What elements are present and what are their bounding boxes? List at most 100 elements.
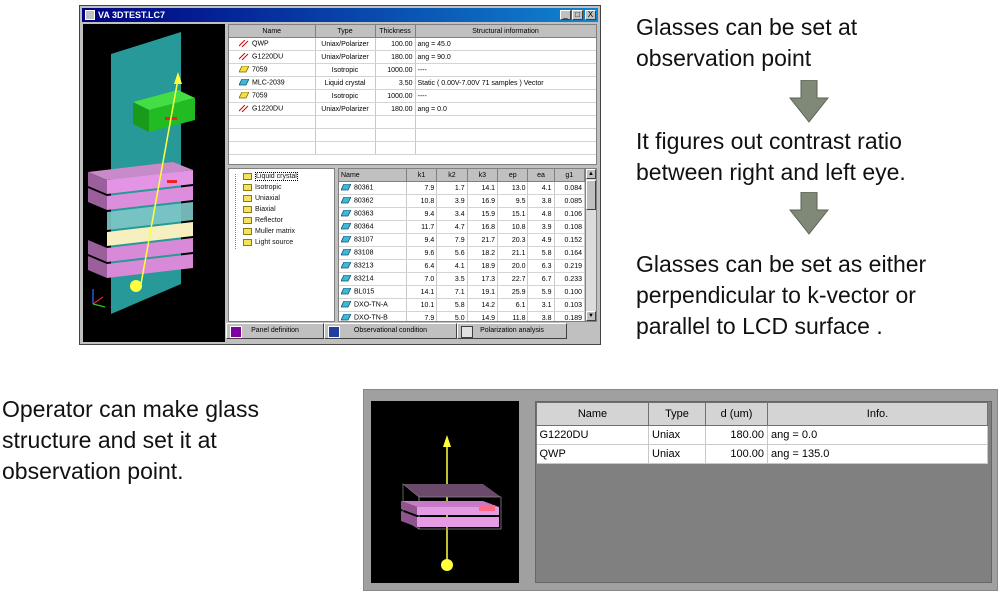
- scroll-up-button[interactable]: ▲: [586, 169, 596, 179]
- table-row[interactable]: 80362 10.8 3.9 16.9 9.5 3.8 0.085: [339, 194, 586, 208]
- table-row[interactable]: 80361 7.9 1.7 14.1 13.0 4.1 0.084: [339, 181, 586, 195]
- layer-name: G1220DU: [252, 105, 284, 113]
- glass-thickness: 180.00: [705, 425, 768, 445]
- col-header-structural-info[interactable]: Structural information: [415, 25, 596, 38]
- 3d-structure-view[interactable]: [83, 24, 225, 342]
- material-name-label: 80363: [354, 210, 374, 218]
- tree-item-reflector[interactable]: Reflector: [229, 215, 334, 226]
- material-value: 0.084: [554, 181, 586, 195]
- col-header-k3[interactable]: k3: [467, 169, 499, 182]
- table-row[interactable]: QWP Uniax/Polarizer 100.00 ang = 45.0: [229, 37, 596, 51]
- material-scrollbar[interactable]: ▲ ▼: [585, 169, 596, 321]
- col-header-type[interactable]: Type: [315, 25, 376, 38]
- table-row[interactable]: DXO-TN-A 10.1 5.8 14.2 6.1 3.1 0.103: [339, 298, 586, 312]
- material-name-label: 80361: [354, 184, 374, 192]
- table-row[interactable]: 83214 7.0 3.5 17.3 22.7 6.7 0.233: [339, 272, 586, 286]
- material-value: 6.7: [527, 272, 555, 286]
- table-row[interactable]: 83213 6.4 4.1 18.9 20.0 6.3 0.219: [339, 259, 586, 273]
- tree-item-liquid-crystal[interactable]: Liquid crystal: [229, 171, 334, 182]
- isotropic-icon: [239, 92, 249, 99]
- col-header-ep[interactable]: ep: [497, 169, 529, 182]
- scroll-thumb[interactable]: [586, 180, 596, 210]
- layer-name: MLC-2039: [252, 79, 285, 87]
- tab-polarization-analysis[interactable]: Polarization analysis: [457, 323, 567, 339]
- table-row[interactable]: G1220DU Uniax/Polarizer 180.00 ang = 0.0: [229, 102, 596, 116]
- maximize-button[interactable]: □: [572, 10, 583, 20]
- material-table-panel: Name k1 k2 k3 ep ea g1 80361 7.9 1.7 14.1 13…: [338, 168, 597, 322]
- col-header-material-name[interactable]: Name: [339, 169, 407, 182]
- layer-thickness: 180.00: [375, 102, 416, 116]
- liquid-crystal-icon: [239, 79, 249, 86]
- tree-item-muller-matrix[interactable]: Muller matrix: [229, 226, 334, 237]
- light-source-sphere: [441, 559, 453, 571]
- table-row[interactable]: G1220DU Uniax/Polarizer 180.00 ang = 90.…: [229, 50, 596, 64]
- material-name: 83108: [339, 246, 407, 260]
- tree-item-uniaxial[interactable]: Uniaxial: [229, 193, 334, 204]
- table-row[interactable]: DXO-TN-B 7.9 5.0 14.9 11.8 3.8 0.189: [339, 311, 586, 322]
- caption-step2: It figures out contrast ratio between ri…: [636, 128, 906, 185]
- table-row[interactable]: 83107 9.4 7.9 21.7 20.3 4.9 0.152: [339, 233, 586, 247]
- tree-item-label: Uniaxial: [255, 195, 280, 202]
- col-header-g1[interactable]: g1: [554, 169, 586, 182]
- tree-item-light-source[interactable]: Light source: [229, 237, 334, 248]
- table-row[interactable]: MLC-2039 Liquid crystal 3.50 Static ( 0.…: [229, 76, 596, 90]
- layer-thickness: 100.00: [375, 37, 416, 51]
- tab-panel-definition[interactable]: Panel definition: [226, 323, 324, 339]
- empty-row[interactable]: [229, 128, 596, 142]
- material-value: 3.8: [527, 311, 555, 321]
- 3d-scene: [88, 32, 195, 314]
- minimize-button[interactable]: _: [560, 10, 571, 20]
- table-row[interactable]: 7059 Isotropic 1000.00 ----: [229, 63, 596, 77]
- material-name-label: DXO-TN-B: [354, 314, 388, 322]
- material-value: 4.7: [436, 220, 468, 234]
- layer-info: Static ( 0.00V-7.00V 71 samples ) Vector: [415, 76, 596, 90]
- window-title-bar[interactable]: VA 3DTEST.LC7 _ □ X: [82, 8, 598, 22]
- table-row[interactable]: BL015 14.1 7.1 19.1 25.9 5.9 0.100: [339, 285, 586, 299]
- col-header-info[interactable]: Info.: [767, 402, 988, 426]
- empty-row[interactable]: [229, 141, 596, 155]
- polarizer-icon: [239, 105, 249, 113]
- material-value: 0.219: [554, 259, 586, 273]
- material-value: 6.1: [497, 298, 529, 312]
- col-header-name[interactable]: Name: [536, 402, 649, 426]
- glasses-3d-view[interactable]: [371, 401, 519, 583]
- empty-row[interactable]: [229, 115, 596, 129]
- col-header-k1[interactable]: k1: [406, 169, 438, 182]
- layer-thickness: 1000.00: [375, 63, 416, 77]
- table-row[interactable]: 80364 11.7 4.7 16.8 10.8 3.9 0.108: [339, 220, 586, 234]
- tree-item-biaxial[interactable]: Biaxial: [229, 204, 334, 215]
- table-row[interactable]: 80363 9.4 3.4 15.9 15.1 4.8 0.106: [339, 207, 586, 221]
- glass-table: Name Type d (um) Info. G1220DU Uniax 180…: [536, 402, 988, 464]
- col-header-type[interactable]: Type: [648, 402, 706, 426]
- tab-label: Panel definition: [251, 327, 299, 334]
- polarization-analysis-icon: [461, 326, 473, 338]
- down-arrow-icon: [789, 192, 829, 235]
- material-value: 14.9: [467, 311, 499, 321]
- layer-thickness: 180.00: [375, 50, 416, 64]
- table-row[interactable]: 7059 Isotropic 1000.00 ----: [229, 89, 596, 103]
- material-value: 3.5: [436, 272, 468, 286]
- scroll-down-button[interactable]: ▼: [586, 311, 596, 321]
- table-row[interactable]: 83108 9.6 5.6 18.2 21.1 5.8 0.164: [339, 246, 586, 260]
- material-value: 25.9: [497, 285, 529, 299]
- col-header-d[interactable]: d (um): [705, 402, 768, 426]
- material-name: 80361: [339, 181, 407, 195]
- glass-structure-window: Name Type d (um) Info. G1220DU Uniax 180…: [363, 389, 998, 591]
- close-button[interactable]: X: [585, 10, 596, 20]
- col-header-ea[interactable]: ea: [527, 169, 555, 182]
- table-row[interactable]: G1220DU Uniax 180.00 ang = 0.0: [536, 425, 988, 445]
- material-value: 7.9: [406, 181, 438, 195]
- liquid-crystal-icon: [341, 301, 351, 308]
- tree-item-label: Muller matrix: [255, 228, 296, 235]
- col-header-thickness[interactable]: Thickness: [375, 25, 416, 38]
- glass-stack: [401, 483, 502, 530]
- col-header-k2[interactable]: k2: [436, 169, 468, 182]
- col-header-name[interactable]: Name: [229, 25, 316, 38]
- tree-item-label: Biaxial: [255, 206, 276, 213]
- material-value: 1.7: [436, 181, 468, 195]
- table-row[interactable]: QWP Uniax 100.00 ang = 135.0: [536, 444, 988, 464]
- tree-item-isotropic[interactable]: Isotropic: [229, 182, 334, 193]
- tab-observational-condition[interactable]: Observational condition: [324, 323, 457, 339]
- folder-icon: [243, 172, 252, 180]
- down-arrow-icon: [789, 80, 829, 123]
